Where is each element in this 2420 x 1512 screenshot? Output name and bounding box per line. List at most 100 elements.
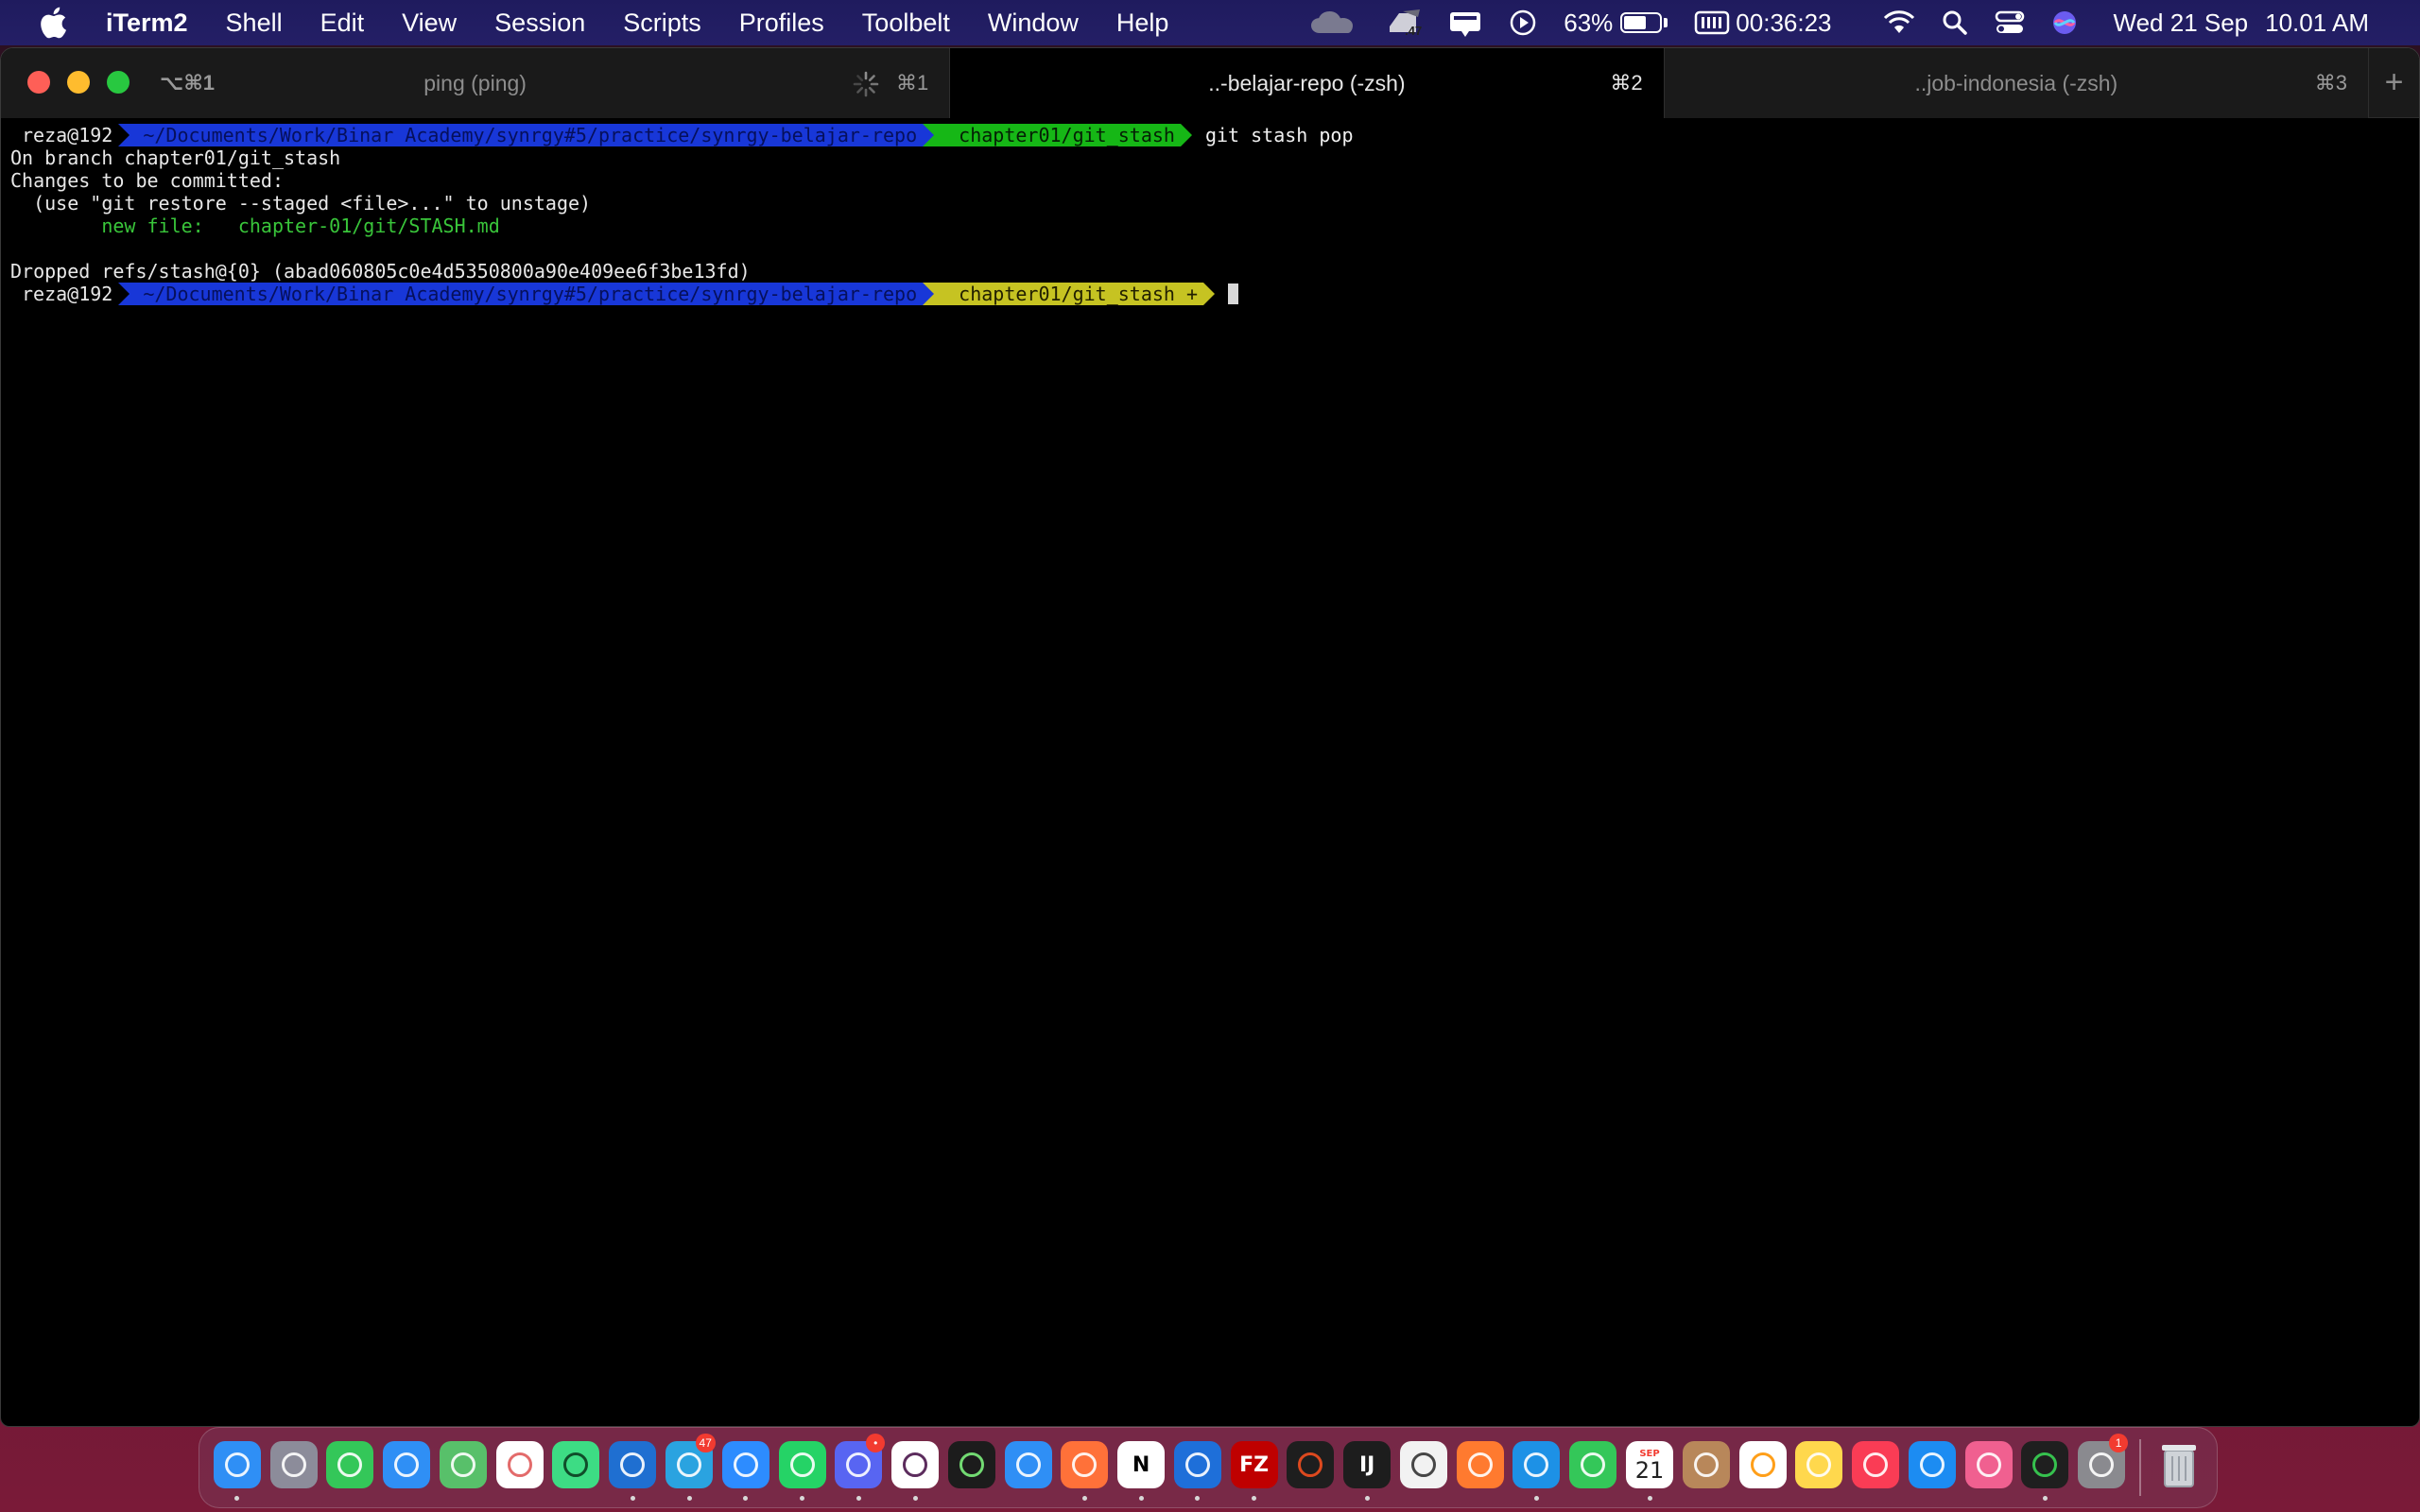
- running-indicator: [348, 1496, 353, 1501]
- running-indicator: [1647, 1496, 1652, 1501]
- siri-icon[interactable]: [2038, 0, 2091, 45]
- dock-item-mail[interactable]: [378, 1432, 435, 1503]
- dock-item-activity-monitor[interactable]: [2017, 1432, 2074, 1503]
- dock-item-launchpad[interactable]: [266, 1432, 322, 1503]
- menu-scripts[interactable]: Scripts: [604, 0, 720, 45]
- calendar-icon: SEP 21: [1626, 1441, 1674, 1488]
- menu-edit[interactable]: Edit: [302, 0, 384, 45]
- timer-icon: [1695, 10, 1730, 35]
- zoom-window-button[interactable]: [107, 71, 130, 94]
- timer-text: 00:36:23: [1736, 8, 1832, 37]
- dock-item-whatsapp[interactable]: [774, 1432, 831, 1503]
- notification-badge: 1: [2109, 1434, 2129, 1452]
- terminal-output[interactable]: reza@192 ~/Documents/Work/Binar Academy/…: [10, 124, 2419, 1426]
- dock-item-app-store[interactable]: [1904, 1432, 1961, 1503]
- dock-item-notes[interactable]: [1790, 1432, 1847, 1503]
- dock-item-photos[interactable]: [492, 1432, 548, 1503]
- play-circle-icon[interactable]: [1495, 0, 1550, 45]
- output-line: Dropped refs/stash@{0} (abad060805c0e4d5…: [10, 260, 751, 283]
- running-indicator: [1308, 1496, 1313, 1501]
- prompt-line: reza@192 ~/Documents/Work/Binar Academy/…: [10, 124, 2419, 146]
- output-line: (use "git restore --staged <file>..." to…: [10, 192, 592, 215]
- dock-item-slack[interactable]: [887, 1432, 943, 1503]
- menu-session[interactable]: Session: [475, 0, 604, 45]
- tab-title: ping (ping): [424, 70, 527, 95]
- whatsapp-icon: [778, 1441, 826, 1488]
- timer-status[interactable]: 00:36:23: [1681, 0, 1844, 45]
- dock-item-telegram[interactable]: 47: [661, 1432, 717, 1503]
- dock-item-android-studio[interactable]: [548, 1432, 605, 1503]
- prompt-path: ~/Documents/Work/Binar Academy/synrgy#5/…: [130, 124, 924, 146]
- dock-item-calendar[interactable]: SEP 21: [1621, 1432, 1678, 1503]
- dock-item-zoom[interactable]: [717, 1432, 774, 1503]
- menu-toolbelt[interactable]: Toolbelt: [843, 0, 969, 45]
- tab-job-indonesia[interactable]: ..job-indonesia (-zsh) ⌘3: [1664, 48, 2370, 118]
- facetime-icon: [1569, 1441, 1617, 1488]
- apple-menu-icon[interactable]: [26, 6, 79, 40]
- notification-stack-icon[interactable]: [1435, 0, 1495, 45]
- dock-item-facetime[interactable]: [1564, 1432, 1621, 1503]
- app-store-icon: [1908, 1441, 1956, 1488]
- dock-item-cisco-vpn[interactable]: [604, 1432, 661, 1503]
- dock-item-terminal[interactable]: [943, 1432, 1000, 1503]
- new-tab-button[interactable]: +: [2369, 48, 2419, 117]
- dock-item-firefox[interactable]: [1056, 1432, 1113, 1503]
- cloud-icon[interactable]: [1297, 0, 1371, 45]
- running-indicator: [856, 1496, 861, 1501]
- terminal-icon: [947, 1441, 995, 1488]
- menu-help[interactable]: Help: [1098, 0, 1188, 45]
- dock-item-maps[interactable]: [435, 1432, 492, 1503]
- battery-status[interactable]: 63%: [1550, 0, 1681, 45]
- minimize-window-button[interactable]: [67, 71, 90, 94]
- menubar-date[interactable]: Wed 21 Sep: [2091, 0, 2262, 45]
- battery-icon: [1620, 12, 1663, 33]
- battery-level-fill: [1624, 16, 1647, 29]
- menu-profiles[interactable]: Profiles: [720, 0, 843, 45]
- drive-badge: .47: [1405, 24, 1423, 38]
- dock-item-filezilla[interactable]: FZ: [1226, 1432, 1283, 1503]
- dock-item-pencil[interactable]: [1452, 1432, 1509, 1503]
- prompt-path: ~/Documents/Work/Binar Academy/synrgy#5/…: [130, 283, 924, 305]
- menubar-time[interactable]: 10.01 AM: [2261, 0, 2382, 45]
- running-indicator: [743, 1496, 749, 1501]
- dock-item-trash[interactable]: [2151, 1432, 2207, 1503]
- dock-item-safari[interactable]: [1000, 1432, 1057, 1503]
- running-indicator: [405, 1496, 409, 1501]
- dock-item-sequel-ace[interactable]: [1395, 1432, 1452, 1503]
- sequel-ace-icon: [1399, 1441, 1447, 1488]
- dock-item-ui-browser[interactable]: [1961, 1432, 2017, 1503]
- activity-monitor-icon: [2021, 1441, 2069, 1488]
- running-indicator: [517, 1496, 522, 1501]
- external-drive-icon[interactable]: .47: [1371, 0, 1435, 45]
- dock-item-finder[interactable]: [209, 1432, 266, 1503]
- close-window-button[interactable]: [27, 71, 50, 94]
- running-indicator: [1081, 1496, 1087, 1501]
- launchpad-icon: [269, 1441, 318, 1488]
- dock-item-vscode[interactable]: [1169, 1432, 1226, 1503]
- dock-item-contacts[interactable]: [1678, 1432, 1735, 1503]
- dock-item-notion[interactable]: N: [1113, 1432, 1169, 1503]
- dock-item-system-preferences[interactable]: 1: [2073, 1432, 2130, 1503]
- figma-icon: [1287, 1441, 1335, 1488]
- dock-item-reminders[interactable]: [1735, 1432, 1791, 1503]
- dock: 47 • N FZ IJ SEP 21 1: [199, 1427, 2218, 1508]
- app-menu[interactable]: iTerm2: [79, 0, 207, 45]
- dock-item-discord[interactable]: •: [830, 1432, 887, 1503]
- wifi-icon[interactable]: [1845, 0, 1928, 45]
- reminders-icon: [1738, 1441, 1787, 1488]
- dock-item-messages[interactable]: [322, 1432, 379, 1503]
- control-center-icon[interactable]: [1981, 0, 2038, 45]
- menu-shell[interactable]: Shell: [207, 0, 302, 45]
- dock-item-docker[interactable]: [1509, 1432, 1565, 1503]
- dock-item-figma[interactable]: [1283, 1432, 1340, 1503]
- spotlight-search-icon[interactable]: [1928, 0, 1981, 45]
- running-indicator: [1421, 1496, 1426, 1501]
- dock-item-music[interactable]: [1847, 1432, 1904, 1503]
- tab-ping[interactable]: ⌥⌘1 ping (ping) ⌘1: [1, 48, 951, 118]
- menu-view[interactable]: View: [383, 0, 475, 45]
- dock-item-intellij[interactable]: IJ: [1339, 1432, 1395, 1503]
- slack-icon: [891, 1441, 940, 1488]
- tab-belajar-repo[interactable]: ..-belajar-repo (-zsh) ⌘2: [950, 48, 1665, 118]
- menu-window[interactable]: Window: [969, 0, 1098, 45]
- running-indicator: [1533, 1496, 1539, 1501]
